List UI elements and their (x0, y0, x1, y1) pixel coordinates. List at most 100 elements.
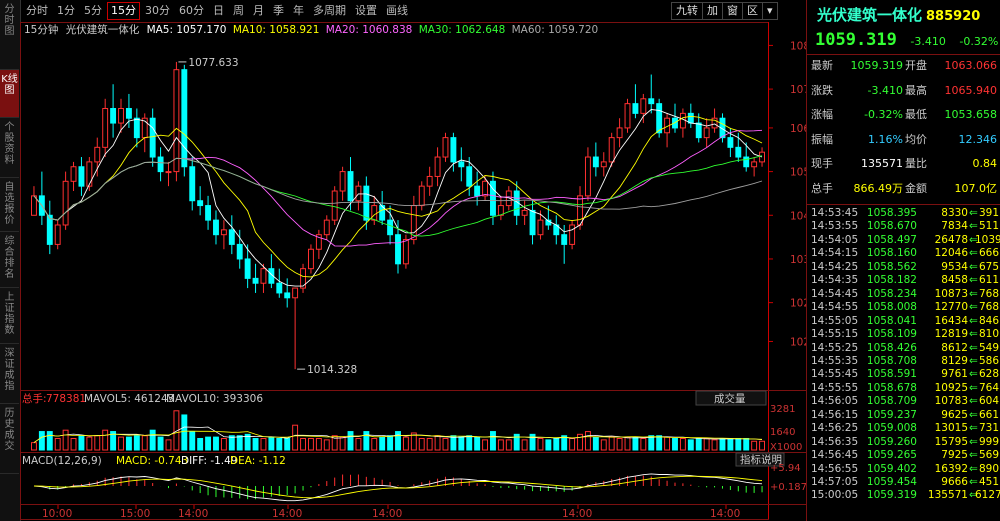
candle-19 (181, 64, 188, 177)
tick-count: 890 (978, 462, 999, 475)
quote-key-right-3: 均价 (905, 132, 927, 146)
tick-count: 846 (978, 314, 999, 327)
quote-value-left-5: 866.49万 (853, 181, 904, 195)
quote-row-3: 振幅 1.16% 均价 12.346 (807, 130, 1000, 149)
candle-body-46 (395, 234, 401, 265)
volume-bar-23 (213, 436, 219, 451)
kline-chart[interactable]: 1077.633 1014.328 总手: 778381MAVOL5: 461243… (20, 0, 806, 521)
quote-value-right-0: 1063.066 (944, 59, 998, 72)
volume-bar-9 (102, 429, 109, 451)
price-label-4: 1046 (790, 210, 806, 222)
volume-bar-7 (86, 436, 93, 451)
price-label-3: 1055 (790, 167, 806, 179)
tick-count: 661 (978, 408, 999, 421)
candle-body-88 (727, 137, 734, 148)
candle-body-38 (331, 190, 338, 221)
time-label-3: 14:00 (272, 508, 302, 520)
tick-price: 1058.709 (866, 395, 917, 408)
candle-76 (632, 84, 639, 119)
tick-time: 14:56:05 (811, 395, 859, 408)
tick-volume: 12770 (934, 301, 968, 314)
candle-5 (70, 161, 77, 192)
volume-indicator-button[interactable]: 成交量 (695, 390, 767, 406)
volume-bar-44 (379, 436, 386, 451)
time-label-6: 14:00 (710, 508, 740, 520)
tick-volume: 9761 (941, 368, 968, 381)
tick-row: 14:54:35 1058.182 8458 ⇐ 611 (807, 274, 1000, 287)
volume-bar-6 (78, 435, 85, 451)
volume-bar-89 (735, 437, 742, 451)
volume-bar-41 (355, 437, 362, 451)
volume-bar-59 (497, 439, 504, 451)
price-label-6: 1028 (790, 298, 806, 310)
candle-37 (323, 215, 330, 240)
candle-7 (86, 157, 93, 192)
tick-time: 14:56:35 (811, 435, 859, 448)
candle-82 (679, 108, 686, 138)
tick-time: 14:56:25 (811, 422, 859, 435)
candle-18 (173, 61, 180, 182)
candle-62 (521, 200, 528, 225)
tick-price: 1058.562 (866, 260, 917, 273)
quote-panel: 光伏建筑一体化 885920 1059.319 -3.410 -0.32% 最新 1… (806, 0, 1000, 521)
volume-bar-24 (220, 437, 227, 451)
tick-count: 628 (978, 368, 999, 381)
sidebar-tab-0[interactable]: 分时图 (0, 0, 19, 70)
current-price: 1059.319 (815, 30, 897, 50)
candle-body-27 (244, 258, 251, 279)
candle-body-79 (656, 103, 663, 134)
quote-key-right-2: 最低 (905, 108, 927, 121)
volume-bar-40 (347, 431, 354, 451)
candle-body-42 (363, 185, 370, 221)
volume-bar-2 (46, 431, 53, 451)
sidebar-tab-1[interactable]: K线图 (0, 70, 19, 118)
candle-33 (292, 287, 299, 370)
candle-85 (703, 118, 710, 148)
candle-28 (252, 263, 259, 293)
candle-35 (307, 244, 314, 274)
ma60-line (33, 157, 763, 221)
volume-bar-54 (458, 436, 465, 451)
tick-row: 14:55:35 1058.708 8129 ⇐ 586 (807, 355, 1000, 368)
candle-body-9 (102, 108, 109, 148)
sidebar-tab-3[interactable]: 自选报价 (0, 178, 19, 232)
volume-bar-20 (189, 431, 196, 451)
candle-body-15 (149, 117, 156, 158)
low-marker-label: 1014.328 (307, 364, 357, 376)
candle-body-28 (252, 277, 259, 284)
tick-row: 14:54:25 1058.562 9534 ⇐ 675 (807, 261, 1000, 274)
tick-count: 549 (978, 341, 999, 354)
tick-time: 14:53:55 (811, 220, 859, 233)
candle-body-56 (474, 185, 481, 197)
tick-row: 14:54:55 1058.008 12770 ⇐ 768 (807, 301, 1000, 314)
sidebar-tab-5[interactable]: 上证指数 (0, 288, 19, 344)
tick-row: 14:55:45 1058.591 9761 ⇐ 628 (807, 368, 1000, 381)
volume-bar-19 (181, 414, 188, 451)
tick-price: 1058.591 (866, 368, 917, 381)
tick-row: 14:55:55 1058.678 10925 ⇐ 764 (807, 382, 1000, 395)
tick-price: 1058.670 (866, 220, 917, 233)
sidebar-tab-2[interactable]: 个股资料 (0, 118, 19, 178)
quote-key-right-5: 金额 (905, 181, 927, 195)
quote-value-right-2: 1053.658 (944, 108, 998, 121)
volume-total-value: 778381 (46, 393, 86, 405)
candle-51 (434, 147, 441, 187)
candle-50 (426, 166, 433, 196)
volume-bar-50 (426, 437, 433, 451)
volume-bar-57 (482, 439, 489, 451)
tick-row: 14:55:15 1058.109 12819 ⇐ 810 (807, 328, 1000, 341)
sidebar-tab-4[interactable]: 综合排名 (0, 232, 19, 288)
candle-body-77 (640, 98, 647, 114)
candle-body-20 (189, 166, 196, 202)
quote-key-left-3: 振幅 (811, 132, 833, 146)
volume-bar-88 (727, 437, 734, 451)
tick-time: 14:54:35 (811, 274, 859, 287)
volume-bar-4 (62, 429, 69, 451)
candle-body-16 (157, 156, 164, 173)
sidebar-tab-7[interactable]: 历史成交 (0, 404, 19, 474)
sidebar-tab-6[interactable]: 深证成指 (0, 344, 19, 404)
candle-0 (31, 186, 37, 216)
tick-volume: 8129 (941, 354, 968, 367)
volume-bar-37 (323, 439, 330, 451)
tick-row: 14:54:45 1058.234 10873 ⇐ 768 (807, 288, 1000, 301)
